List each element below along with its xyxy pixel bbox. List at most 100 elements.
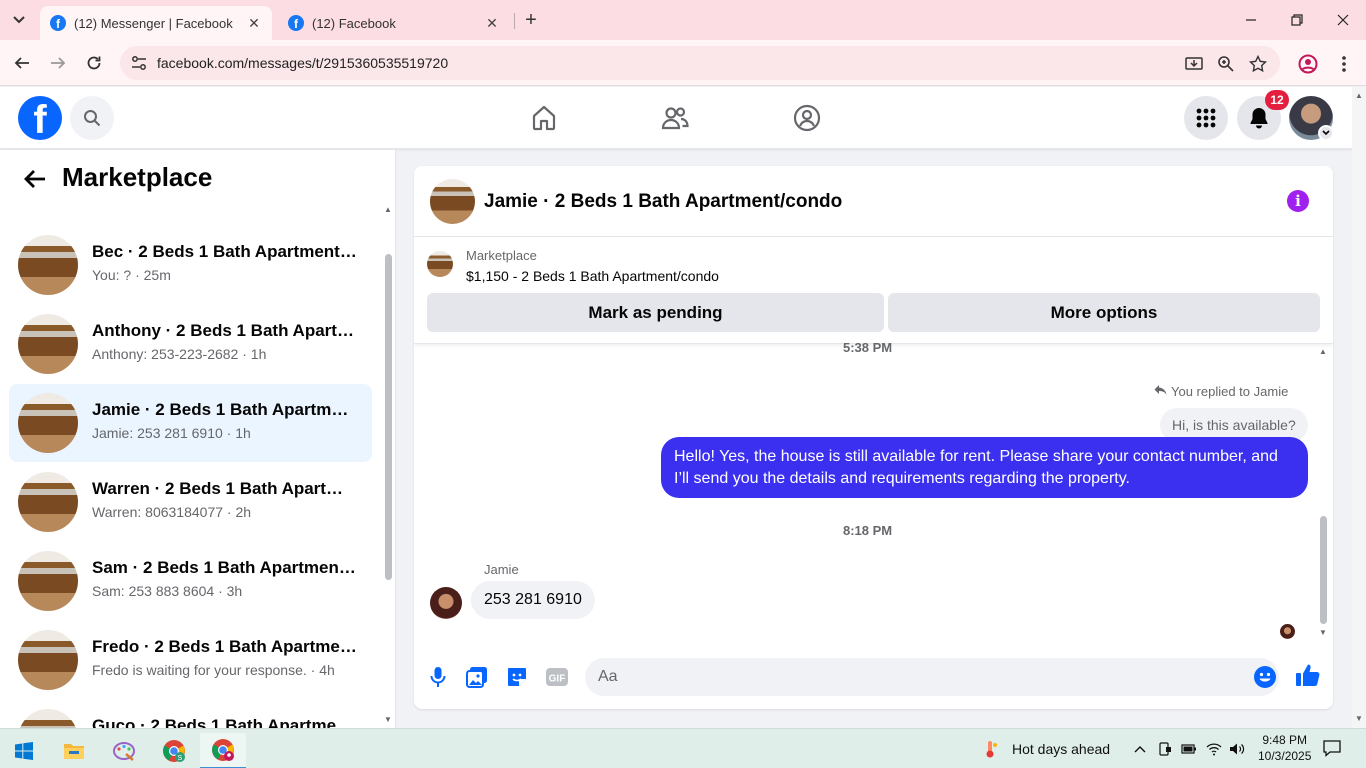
thumbs-up-icon <box>1296 664 1320 686</box>
friends-icon <box>661 107 689 130</box>
list-item[interactable]: Bec · 2 Beds 1 Bath Apartment/condo You:… <box>9 226 372 304</box>
list-item[interactable]: Warren · 2 Beds 1 Bath Apartment/condo W… <box>9 463 372 541</box>
meet-now-icon[interactable] <box>1156 740 1174 758</box>
sticker-button[interactable] <box>504 664 530 690</box>
outgoing-message[interactable]: Hello! Yes, the house is still available… <box>661 437 1308 498</box>
list-item[interactable]: Anthony · 2 Beds 1 Bath Apartment/condo … <box>9 305 372 383</box>
start-button[interactable] <box>4 733 44 768</box>
minimize-button[interactable] <box>1240 9 1262 31</box>
scroll-down-icon[interactable]: ▼ <box>1354 714 1364 724</box>
emoji-button[interactable] <box>1253 665 1277 689</box>
scroll-down-icon[interactable]: ▼ <box>383 715 393 725</box>
clock-time: 9:48 PM <box>1262 733 1308 747</box>
message-input[interactable] <box>585 658 1279 696</box>
home-icon <box>532 105 556 131</box>
volume-icon[interactable] <box>1228 740 1246 758</box>
voice-clip-button[interactable] <box>425 664 451 690</box>
svg-text:GIF: GIF <box>549 674 566 685</box>
conversation-preview: Sam: 253 883 8604 · 3h <box>92 583 243 599</box>
send-like-button[interactable] <box>1295 662 1321 688</box>
site-info-icon[interactable] <box>130 54 148 72</box>
clock-date: 10/3/2025 <box>1258 749 1312 763</box>
close-tab-icon[interactable]: ✕ <box>246 15 262 32</box>
scroll-up-icon[interactable]: ▲ <box>383 205 393 215</box>
notification-center-button[interactable] <box>1322 738 1344 760</box>
scroll-down-icon[interactable]: ▼ <box>1318 628 1328 638</box>
url-text: facebook.com/messages/t/2915360535519720 <box>157 55 449 71</box>
conversation-preview: You: ? · 25m <box>92 267 171 283</box>
back-button[interactable] <box>22 166 48 192</box>
scroll-up-icon[interactable]: ▲ <box>1318 347 1328 357</box>
account-menu-chevron[interactable] <box>1318 125 1334 141</box>
conversation-preview: Anthony: 253-223-2682 · 1h <box>92 346 267 362</box>
gif-button[interactable]: GIF <box>544 664 570 690</box>
minimize-icon <box>1246 19 1256 21</box>
svg-text:S: S <box>178 755 183 762</box>
conversation-preview: Fredo is waiting for your response. · 4h <box>92 662 335 678</box>
logo-letter: f <box>33 98 47 140</box>
battery-icon[interactable] <box>1180 740 1198 758</box>
listing-thumbnail[interactable] <box>430 179 475 224</box>
info-icon[interactable]: i <box>1287 190 1309 212</box>
tab-search-button[interactable] <box>6 8 32 32</box>
address-bar[interactable]: facebook.com/messages/t/2915360535519720 <box>120 46 1280 80</box>
scrollbar-thumb[interactable] <box>385 254 392 580</box>
forward-button[interactable] <box>46 51 70 75</box>
page-scrollbar[interactable]: ▲ ▼ <box>1352 87 1366 728</box>
restore-button[interactable] <box>1286 9 1308 31</box>
show-hidden-icons-button[interactable] <box>1131 740 1149 758</box>
browser-tab-facebook[interactable]: f (12) Facebook ✕ <box>278 6 510 40</box>
listing-thumbnail[interactable] <box>427 251 453 277</box>
install-icon <box>1185 57 1203 70</box>
zoom-button[interactable] <box>1216 54 1236 74</box>
more-options-button[interactable]: More options <box>888 293 1320 332</box>
reload-button[interactable] <box>82 51 106 75</box>
facebook-logo[interactable]: f <box>18 96 62 140</box>
nav-groups[interactable] <box>792 103 822 133</box>
list-item-selected[interactable]: Jamie · 2 Beds 1 Bath Apartment/condo Ja… <box>9 384 372 462</box>
close-tab-icon[interactable]: ✕ <box>484 15 500 32</box>
sticker-icon <box>508 668 526 686</box>
bell-icon <box>1250 108 1268 129</box>
bookmark-button[interactable] <box>1248 54 1268 74</box>
chrome-active-button[interactable] <box>200 733 246 768</box>
list-item[interactable]: Fredo · 2 Beds 1 Bath Apartment/condo Fr… <box>9 621 372 699</box>
file-explorer-button[interactable] <box>54 733 94 768</box>
mark-as-pending-button[interactable]: Mark as pending <box>427 293 884 332</box>
attach-photo-button[interactable] <box>464 664 490 690</box>
conversation-panel: Bec · 2 Beds 1 Bath Apartment/condo You:… <box>0 150 396 728</box>
browser-tab-messenger[interactable]: f (12) Messenger | Facebook ✕ <box>40 6 272 40</box>
paint-icon <box>113 742 135 761</box>
new-tab-button[interactable]: + <box>520 9 542 31</box>
paint-app-button[interactable] <box>104 733 144 768</box>
chat-header: Jamie · 2 Beds 1 Bath Apartment/condo i <box>414 166 1333 237</box>
system-clock[interactable]: 9:48 PM 10/3/2025 <box>1258 732 1311 764</box>
listing-title[interactable]: $1,150 - 2 Beds 1 Bath Apartment/condo <box>466 268 719 284</box>
install-app-button[interactable] <box>1184 54 1204 74</box>
scrollbar-thumb[interactable] <box>1320 516 1327 624</box>
menu-button[interactable] <box>1184 96 1228 140</box>
nav-home[interactable] <box>529 103 559 133</box>
list-item[interactable]: Sam · 2 Beds 1 Bath Apartment/condo Sam:… <box>9 542 372 620</box>
wifi-icon[interactable] <box>1205 740 1223 758</box>
conversation-name: Warren · 2 Beds 1 Bath Apartment/condo <box>92 479 357 498</box>
nav-friends[interactable] <box>660 103 690 133</box>
weather-widget[interactable]: Hot days ahead <box>982 740 1110 758</box>
sender-avatar[interactable] <box>430 587 462 619</box>
scroll-up-icon[interactable]: ▲ <box>1354 91 1364 101</box>
close-window-button[interactable] <box>1332 9 1354 31</box>
conversation-name: Sam · 2 Beds 1 Bath Apartment/condo <box>92 558 357 577</box>
page-title: Marketplace <box>62 162 213 192</box>
more-vertical-icon <box>1342 56 1346 72</box>
search-button[interactable] <box>70 96 114 140</box>
seen-indicator-avatar <box>1280 624 1295 639</box>
chat-title[interactable]: Jamie · 2 Beds 1 Bath Apartment/condo <box>484 191 842 213</box>
list-item[interactable]: Guco · 2 Beds 1 Bath Apartment/condo <box>9 700 372 728</box>
back-button[interactable] <box>10 51 34 75</box>
browser-menu-button[interactable] <box>1334 54 1354 74</box>
arrow-right-icon <box>51 57 66 69</box>
profile-button[interactable] <box>1298 54 1318 74</box>
incoming-message[interactable]: 253 281 6910 <box>471 581 595 619</box>
chrome-profile-button[interactable]: S <box>154 733 194 768</box>
marketplace-label: Marketplace <box>466 248 537 263</box>
